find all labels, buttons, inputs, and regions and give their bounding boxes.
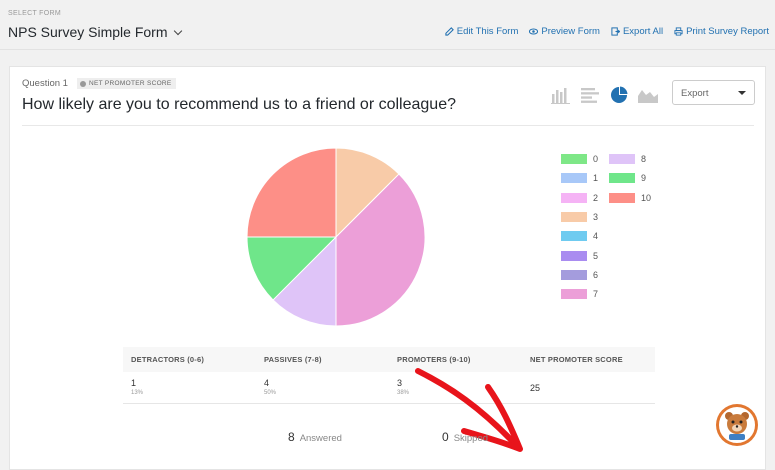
legend-swatch (561, 192, 587, 203)
eye-icon (529, 28, 539, 35)
header-actions: Edit This Form Preview Form Export All P… (445, 26, 769, 37)
preview-form-label: Preview Form (541, 26, 600, 37)
legend-label: 10 (641, 192, 652, 203)
legend-item-8[interactable]: 8 (609, 154, 646, 164)
legend-swatch (561, 154, 587, 164)
legend-item-1[interactable]: 1 (561, 173, 599, 184)
legend-label: 7 (593, 289, 599, 300)
legend-item-0[interactable]: 0 (561, 154, 598, 164)
print-report-label: Print Survey Report (686, 26, 769, 37)
divider (22, 125, 754, 126)
question-type-badge: NET PROMOTER SCORE (77, 78, 176, 89)
help-mascot-button[interactable] (716, 404, 758, 446)
bear-mascot-icon (717, 405, 757, 445)
legend-item-2[interactable]: 2 (561, 192, 599, 203)
bar-chart-icon[interactable] (550, 86, 572, 104)
legend-swatch (609, 154, 635, 164)
legend-swatch (561, 231, 587, 242)
legend-label: 6 (593, 269, 599, 280)
legend-swatch (561, 269, 587, 280)
select-form-label: SELECT FORM (8, 10, 61, 17)
area-chart-icon[interactable] (637, 86, 659, 104)
form-selector[interactable]: NPS Survey Simple Form (8, 24, 183, 40)
legend-label: 3 (593, 211, 599, 222)
question-title: How likely are you to recommend us to a … (22, 96, 456, 113)
skipped-count: 0 (442, 430, 449, 444)
promoters-header: PROMOTERS (9-10) (397, 355, 471, 364)
edit-form-link[interactable]: Edit This Form (445, 26, 519, 37)
passives-count: 4 (264, 378, 270, 388)
nps-table: DETRACTORS (0-6) PASSIVES (7-8) PROMOTER… (123, 347, 655, 404)
legend-swatch (561, 289, 587, 300)
question-number: Question 1 (22, 78, 68, 89)
nps-score-header: NET PROMOTER SCORE (530, 355, 623, 364)
legend-item-5[interactable]: 5 (561, 250, 599, 261)
export-dropdown-label: Export (681, 88, 709, 99)
preview-form-link[interactable]: Preview Form (529, 26, 600, 37)
chart-type-switcher (550, 86, 659, 104)
question-type-label: NET PROMOTER SCORE (89, 80, 172, 87)
detractors-percent: 13% (131, 390, 144, 396)
passives-percent: 50% (264, 390, 277, 396)
pie-chart-icon[interactable] (608, 86, 630, 104)
legend-label: 2 (593, 192, 599, 203)
printer-icon (674, 27, 683, 36)
legend-swatch (561, 250, 587, 261)
legend-item-3[interactable]: 3 (561, 211, 599, 222)
nps-table-row: 1 13% 4 50% 3 38% 25 (123, 372, 655, 404)
legend-item-7[interactable]: 7 (561, 289, 599, 300)
legend-swatch (561, 173, 587, 184)
legend-label: 9 (641, 173, 647, 184)
nps-icon (80, 80, 86, 87)
answered-label: Answered (299, 433, 342, 444)
pencil-icon (445, 27, 454, 36)
legend-swatch (609, 173, 635, 184)
legend-item-9[interactable]: 9 (609, 173, 647, 184)
question-card: Question 1 NET PROMOTER SCORE How likely… (9, 66, 766, 470)
legend-item-10[interactable]: 10 (609, 192, 652, 203)
legend-label: 4 (593, 231, 599, 242)
form-title: NPS Survey Simple Form (8, 24, 168, 40)
promoters-cell: 3 38% (389, 372, 522, 397)
export-all-label: Export All (622, 26, 664, 37)
legend-item-4[interactable]: 4 (561, 231, 599, 242)
legend-swatch (561, 211, 587, 222)
legend-label: 0 (593, 154, 599, 164)
detractors-cell: 1 13% (123, 372, 256, 397)
answered-stat: 8 Answered (288, 430, 342, 444)
caret-down-icon (738, 91, 746, 95)
legend-label: 5 (593, 250, 599, 261)
detractors-count: 1 (131, 378, 137, 388)
skipped-stat: 0 Skipped (442, 430, 488, 444)
legend-swatch (609, 192, 635, 203)
export-icon (611, 27, 620, 36)
export-dropdown[interactable]: Export (672, 80, 755, 105)
top-bar: SELECT FORM NPS Survey Simple Form Edit … (0, 0, 775, 50)
nps-table-header: DETRACTORS (0-6) PASSIVES (7-8) PROMOTER… (123, 347, 655, 372)
nps-score-value: 25 (530, 383, 541, 393)
pie-slice-10[interactable] (246, 147, 337, 238)
promoters-count: 3 (397, 378, 403, 388)
detractors-header: DETRACTORS (0-6) (131, 355, 205, 364)
legend-label: 1 (593, 173, 599, 184)
answered-count: 8 (288, 430, 295, 444)
promoters-percent: 38% (397, 390, 410, 396)
passives-header: PASSIVES (7-8) (264, 355, 322, 364)
pie-chart (246, 147, 426, 327)
horizontal-bar-chart-icon[interactable] (579, 86, 601, 104)
skipped-label: Skipped (453, 433, 489, 444)
legend-item-6[interactable]: 6 (561, 269, 599, 280)
print-report-link[interactable]: Print Survey Report (674, 26, 769, 37)
passives-cell: 4 50% (256, 372, 389, 397)
nps-score-cell: 25 (522, 372, 655, 393)
legend-label: 8 (641, 154, 647, 164)
edit-form-label: Edit This Form (456, 26, 519, 37)
export-all-link[interactable]: Export All (611, 26, 663, 37)
chart-legend: 0 1 2 3 4 5 6 7 8 9 10 (561, 154, 681, 314)
chevron-down-icon (174, 26, 183, 35)
